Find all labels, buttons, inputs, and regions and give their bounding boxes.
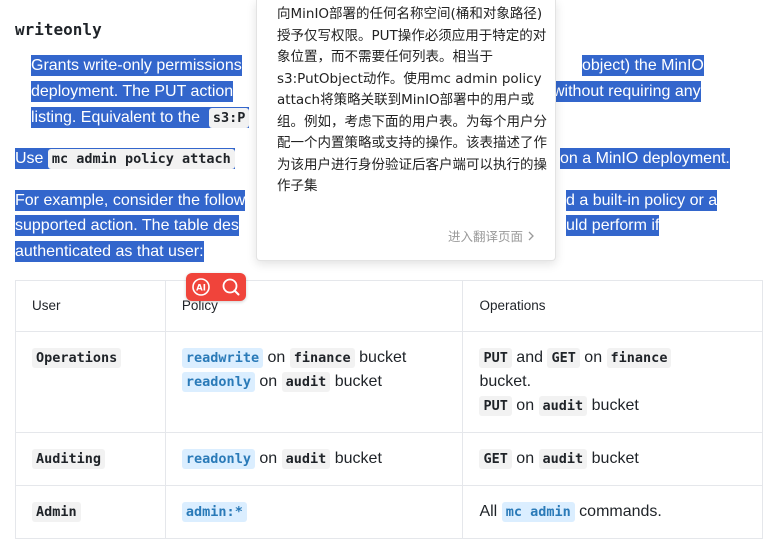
para3-line2b: uld perform if <box>566 215 660 236</box>
table-row: Operations readwrite on finance bucket r… <box>15 331 763 433</box>
ai-icon[interactable]: AI <box>190 276 212 298</box>
para3-line1b: d a built-in policy or a <box>566 190 718 211</box>
bucket-audit: audit <box>538 449 588 469</box>
attach-command-code: mc admin policy attach <box>47 149 235 169</box>
bucket-word: bucket <box>591 397 639 414</box>
search-icon[interactable] <box>220 276 242 298</box>
mc-admin-link[interactable]: mc admin <box>501 502 575 522</box>
op-get: GET <box>547 348 580 368</box>
header-user: User <box>15 280 166 332</box>
bucket-word: bucket <box>359 349 407 366</box>
on-text: on <box>259 450 278 467</box>
para1-line2: deployment. The PUT action <box>31 81 234 102</box>
para3-line1: For example, consider the follow <box>15 190 246 211</box>
on-text: on <box>584 349 603 366</box>
open-translation-page-label: 进入翻译页面 <box>448 229 524 244</box>
policy-on-text: on <box>259 373 278 390</box>
bucket-word: bucket <box>591 450 639 467</box>
para3-line2: supported action. The table des <box>15 215 239 236</box>
readonly-link[interactable]: readonly <box>181 372 255 392</box>
op-put: PUT <box>479 348 512 368</box>
translation-text: 向MinIO部署的任何名称空间(桶和对象路径)授予仅写权限。PUT操作必须应用于… <box>277 6 547 194</box>
on-text: on <box>516 450 535 467</box>
on-text: on <box>516 397 535 414</box>
para1-line1: Grants write-only permissions <box>31 55 242 76</box>
user-policy-table: User Policy Operations Operations readwr… <box>15 280 763 539</box>
chevron-right-icon <box>527 229 535 244</box>
bucket-finance: finance <box>289 348 355 368</box>
bucket-audit: audit <box>281 372 331 392</box>
s3-action-code: s3:P <box>208 108 250 128</box>
bucket-word: bucket <box>334 450 382 467</box>
bucket-word: bucket <box>334 373 382 390</box>
header-operations: Operations <box>462 280 763 332</box>
bucket-word: bucket. <box>479 373 532 390</box>
para1-line3: listing. Equivalent to the <box>31 107 200 128</box>
translation-popup: 向MinIO部署的任何名称空间(桶和对象路径)授予仅写权限。PUT操作必须应用于… <box>256 0 556 261</box>
commands-text: commands. <box>579 503 662 520</box>
and-text: and <box>516 349 543 366</box>
admin-policy-link[interactable]: admin:* <box>181 502 247 522</box>
op-put: PUT <box>479 396 512 416</box>
bucket-audit: audit <box>281 449 331 469</box>
op-get: GET <box>479 449 512 469</box>
para3-line3: authenticated as that user: <box>15 241 204 262</box>
policy-on-text: on <box>267 349 286 366</box>
bucket-audit: audit <box>538 396 588 416</box>
table-row: Admin admin:* All mc admin commands. <box>15 485 763 539</box>
all-text: All <box>479 503 498 520</box>
para1-line2b: without requiring any <box>553 81 701 102</box>
user-admin: Admin <box>32 502 81 522</box>
para2-prefix: Use <box>15 148 44 169</box>
readwrite-link[interactable]: readwrite <box>181 348 264 368</box>
section-heading: writeonly <box>15 20 102 39</box>
user-operations: Operations <box>32 348 122 368</box>
user-auditing: Auditing <box>32 449 106 469</box>
svg-text:AI: AI <box>196 284 206 294</box>
table-row: Auditing readonly on audit bucket GET on… <box>15 432 763 486</box>
table-header-row: User Policy Operations <box>15 280 763 332</box>
bucket-finance: finance <box>606 348 672 368</box>
para2-suffix: on a MinIO deployment. <box>560 148 730 169</box>
selection-toolbar: AI <box>186 273 246 301</box>
para1-line1b: object) the MinIO <box>582 55 704 76</box>
open-translation-page-link[interactable]: 进入翻译页面 <box>448 226 535 245</box>
readonly-link[interactable]: readonly <box>181 449 255 469</box>
